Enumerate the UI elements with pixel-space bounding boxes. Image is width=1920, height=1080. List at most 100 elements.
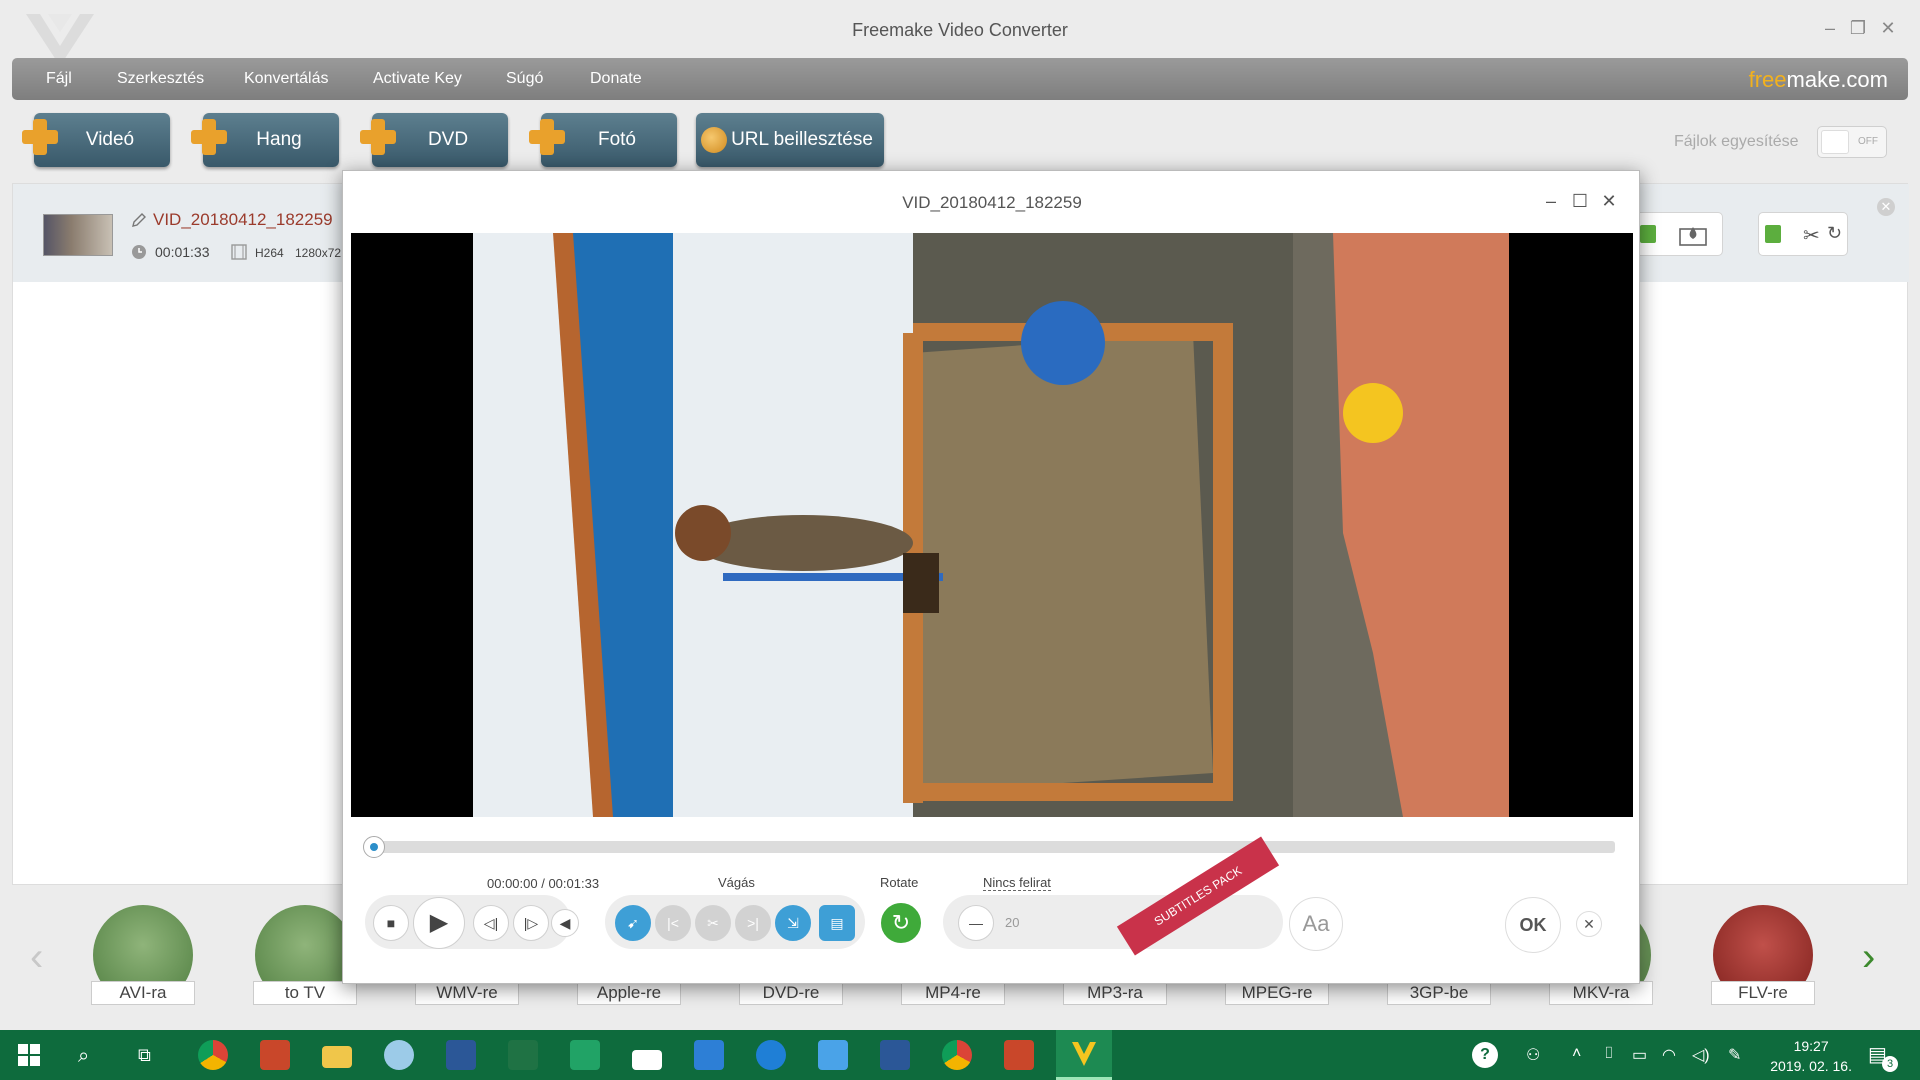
play-button[interactable]: ▶ bbox=[413, 897, 465, 949]
word-icon[interactable] bbox=[446, 1040, 476, 1070]
preview-dialog: VID_20180412_182259 – ☐ ✕ 00:00:00 / 00:… bbox=[342, 170, 1640, 984]
freemake-taskbar-button[interactable] bbox=[1056, 1030, 1112, 1080]
rotate-label: Rotate bbox=[880, 875, 919, 890]
usb-icon[interactable]: ⌷ bbox=[1604, 1045, 1614, 1063]
close-button[interactable]: ✕ bbox=[1876, 18, 1900, 39]
merge-files-toggle[interactable]: OFF bbox=[1817, 126, 1887, 158]
video-preview[interactable] bbox=[351, 233, 1633, 817]
powerpoint-icon[interactable] bbox=[260, 1040, 290, 1070]
menu-bar: Fájl Szerkesztés Konvertálás Activate Ke… bbox=[12, 58, 1908, 100]
notes-icon[interactable] bbox=[818, 1040, 848, 1070]
chevron-right-icon[interactable]: › bbox=[1862, 935, 1875, 980]
paint-icon[interactable] bbox=[384, 1040, 414, 1070]
ok-button[interactable]: OK bbox=[1505, 897, 1561, 953]
dialog-minimize-button[interactable]: – bbox=[1540, 191, 1562, 212]
merge-files-label: Fájlok egyesítése bbox=[1674, 133, 1799, 150]
volume-tray-icon[interactable]: ◁) bbox=[1692, 1045, 1710, 1065]
chrome-icon[interactable] bbox=[198, 1040, 228, 1070]
mail-icon[interactable] bbox=[632, 1050, 662, 1070]
video-frame bbox=[473, 233, 1509, 817]
plus-icon bbox=[527, 117, 567, 157]
battery-icon[interactable]: ▭ bbox=[1632, 1045, 1647, 1065]
word-alt-icon[interactable] bbox=[880, 1040, 910, 1070]
task-view-icon[interactable]: ⧉ bbox=[138, 1045, 151, 1066]
film-icon bbox=[231, 244, 247, 260]
seek-handle[interactable] bbox=[363, 836, 385, 858]
next-frame-button[interactable]: |▷ bbox=[513, 905, 549, 941]
watermark-button[interactable] bbox=[1633, 212, 1723, 256]
globe-icon bbox=[701, 127, 727, 153]
subtitle-size-decrease[interactable]: — bbox=[958, 905, 994, 941]
clock-icon bbox=[132, 245, 146, 259]
cut-label: Vágás bbox=[718, 875, 755, 890]
search-icon[interactable]: ⌕ bbox=[78, 1045, 89, 1068]
pencil-icon[interactable] bbox=[131, 212, 147, 228]
wifi-icon[interactable]: ◠ bbox=[1662, 1045, 1676, 1065]
subtitle-size: 20 bbox=[1005, 915, 1020, 930]
rotate-icon[interactable]: ↻ bbox=[881, 903, 921, 943]
clip-icon[interactable]: ▤ bbox=[819, 905, 855, 941]
mark-out-icon[interactable]: >| bbox=[735, 905, 771, 941]
subtitle-font-button[interactable]: Aa bbox=[1289, 897, 1343, 951]
scissors-icon: ✂ bbox=[1803, 225, 1820, 247]
remove-file-icon[interactable]: ✕ bbox=[1877, 198, 1895, 216]
dialog-title: VID_20180412_182259 bbox=[902, 193, 1082, 212]
scissors-icon[interactable]: ✂ bbox=[695, 905, 731, 941]
notification-count: 3 bbox=[1882, 1056, 1898, 1072]
prev-frame-button[interactable]: ◁| bbox=[473, 905, 509, 941]
windows-start-icon[interactable] bbox=[18, 1044, 40, 1066]
file-resolution: 1280x72 bbox=[295, 246, 342, 260]
mark-in-icon[interactable]: |< bbox=[655, 905, 691, 941]
video-thumbnail bbox=[43, 214, 113, 256]
dialog-close-button[interactable]: ✕ bbox=[1598, 191, 1620, 212]
people-icon[interactable]: ⚇ bbox=[1526, 1045, 1540, 1065]
cancel-icon[interactable]: ✕ bbox=[1576, 911, 1602, 937]
restore-button[interactable]: ❐ bbox=[1846, 18, 1870, 39]
playback-time: 00:00:00 / 00:01:33 bbox=[487, 876, 600, 891]
format-flv[interactable]: FLV-re bbox=[1711, 905, 1815, 1005]
excel-icon[interactable] bbox=[508, 1040, 538, 1070]
powerpoint-alt-icon[interactable] bbox=[1004, 1040, 1034, 1070]
clock-time: 19:27 bbox=[1793, 1038, 1829, 1054]
edge-icon[interactable] bbox=[756, 1040, 786, 1070]
toggle-state: OFF bbox=[1858, 136, 1878, 147]
brand-link[interactable]: freemake.com bbox=[1749, 67, 1888, 93]
jump-icon[interactable]: ⇲ bbox=[775, 905, 811, 941]
chrome-alt-icon[interactable] bbox=[942, 1040, 972, 1070]
menu-donate[interactable]: Donate bbox=[590, 70, 642, 88]
play-green-icon bbox=[1640, 225, 1656, 243]
volume-icon[interactable]: ◀ bbox=[551, 909, 579, 937]
help-icon[interactable]: ? bbox=[1472, 1042, 1498, 1068]
file-codec: H264 bbox=[255, 246, 284, 260]
stop-button[interactable]: ■ bbox=[373, 905, 409, 941]
select-cursor-icon[interactable]: ➹ bbox=[615, 905, 651, 941]
window-title: Freemake Video Converter bbox=[852, 20, 1068, 40]
format-avi[interactable]: AVI-ra bbox=[91, 905, 195, 1005]
menu-edit[interactable]: Szerkesztés bbox=[117, 70, 204, 88]
file-name[interactable]: VID_20180412_182259 bbox=[153, 210, 333, 230]
menu-convert[interactable]: Konvertálás bbox=[244, 70, 329, 88]
menu-file[interactable]: Fájl bbox=[46, 70, 72, 88]
menu-activate-key[interactable]: Activate Key bbox=[373, 70, 462, 88]
taskbar-clock[interactable]: 19:27 2019. 02. 16. bbox=[1770, 1036, 1852, 1076]
excel-alt-icon[interactable] bbox=[570, 1040, 600, 1070]
cut-rotate-button[interactable]: ✂ ↻ bbox=[1758, 212, 1848, 256]
clock-date: 2019. 02. 16. bbox=[1770, 1058, 1852, 1074]
store-icon[interactable] bbox=[694, 1040, 724, 1070]
freemake-icon bbox=[1072, 1042, 1096, 1066]
dialog-maximize-button[interactable]: ☐ bbox=[1569, 191, 1591, 212]
title-bar: Freemake Video Converter – ❐ ✕ bbox=[0, 0, 1920, 66]
subtitle-select[interactable]: Nincs felirat bbox=[983, 875, 1051, 891]
seek-bar[interactable] bbox=[365, 841, 1615, 853]
chevron-up-icon[interactable]: ˄ bbox=[1572, 1045, 1581, 1063]
file-explorer-icon[interactable] bbox=[322, 1046, 352, 1068]
chevron-left-icon[interactable]: ‹ bbox=[30, 935, 43, 980]
drop-icon bbox=[1679, 227, 1707, 246]
file-duration: 00:01:33 bbox=[155, 244, 210, 260]
menu-help[interactable]: Súgó bbox=[506, 70, 543, 88]
pen-icon[interactable]: ✎ bbox=[1728, 1045, 1741, 1065]
plus-icon bbox=[20, 117, 60, 157]
subtitle-controls bbox=[943, 895, 1283, 949]
minimize-button[interactable]: – bbox=[1818, 18, 1842, 39]
play-green-icon bbox=[1765, 225, 1781, 243]
